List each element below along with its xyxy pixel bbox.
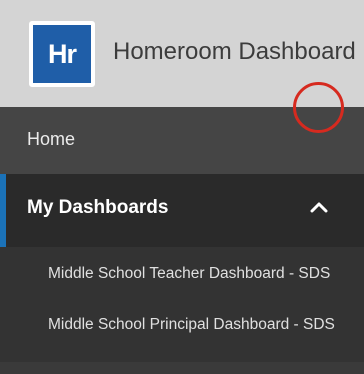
sidebar-item-home-label: Home [27, 129, 76, 149]
submenu-item-teacher-dashboard[interactable]: Middle School Teacher Dashboard - SDS [48, 265, 330, 283]
submenu-item-principal-dashboard[interactable]: Middle School Principal Dashboard - SDS [48, 316, 335, 334]
collapse-toggle-button[interactable] [302, 190, 336, 224]
dashboards-submenu: Middle School Teacher Dashboard - SDS Mi… [0, 247, 364, 362]
sidebar-item-my-dashboards-label: My Dashboards [27, 197, 169, 218]
homeroom-logo[interactable]: Hr [29, 21, 95, 87]
highlight-circle-annotation [293, 82, 344, 133]
active-indicator [0, 174, 6, 247]
sidebar-footer-strip [0, 362, 364, 374]
app-title: Homeroom Dashboard [113, 38, 356, 65]
chevron-up-icon [310, 202, 328, 213]
sidebar-nav: Home My Dashboards Middle School Teacher… [0, 107, 364, 374]
sidebar-item-my-dashboards[interactable]: My Dashboards [0, 174, 364, 247]
